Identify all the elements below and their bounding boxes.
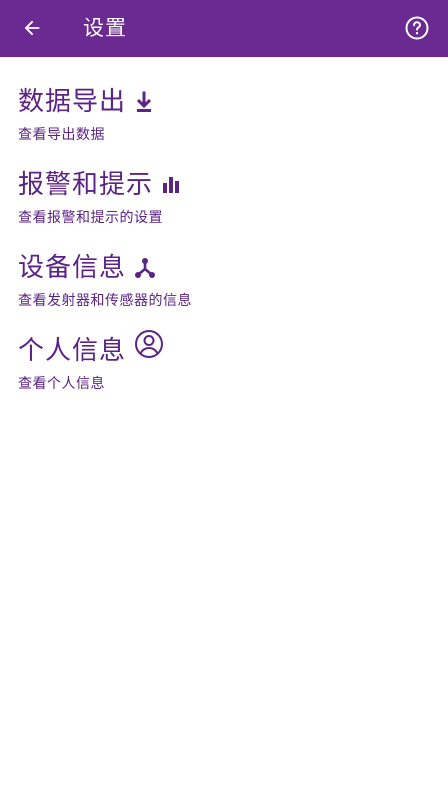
bar-chart-icon — [161, 175, 181, 195]
device-hub-icon — [134, 257, 156, 279]
menu-title-row: 报警和提示 — [18, 166, 181, 204]
account-circle-icon — [134, 329, 164, 359]
app-bar: 设置 — [0, 0, 448, 57]
menu-item-alarms[interactable]: 报警和提示 查看报警和提示的设置 — [0, 166, 448, 246]
download-icon — [134, 91, 154, 113]
menu-title-row: 设备信息 — [18, 249, 156, 287]
menu-title-row: 个人信息 — [18, 329, 164, 370]
back-button[interactable] — [16, 12, 48, 44]
menu-item-subtitle: 查看导出数据 — [18, 127, 105, 143]
menu-item-subtitle: 查看个人信息 — [18, 376, 105, 392]
menu-item-title: 报警和提示 — [18, 170, 154, 200]
help-button[interactable] — [402, 13, 432, 43]
menu-item-device-info[interactable]: 设备信息 查看发射器和传感器的信息 — [0, 249, 448, 329]
page-title: 设置 — [83, 16, 127, 40]
menu-item-data-export[interactable]: 数据导出 查看导出数据 — [0, 83, 448, 163]
menu-item-title: 设备信息 — [18, 253, 127, 283]
arrow-left-icon — [24, 20, 40, 36]
settings-screen: 设置 数据导出 查看导出数据 报警和提示 查看报警和提示的设置 设备信息 查看发… — [0, 0, 448, 798]
menu-item-subtitle: 查看发射器和传感器的信息 — [18, 293, 192, 309]
menu-item-title: 个人信息 — [18, 336, 127, 366]
menu-title-row: 数据导出 — [18, 83, 154, 121]
question-circle-icon — [405, 16, 429, 40]
menu-item-personal-info[interactable]: 个人信息 查看个人信息 — [0, 329, 448, 412]
menu-item-title: 数据导出 — [18, 87, 127, 117]
menu-item-subtitle: 查看报警和提示的设置 — [18, 210, 163, 226]
